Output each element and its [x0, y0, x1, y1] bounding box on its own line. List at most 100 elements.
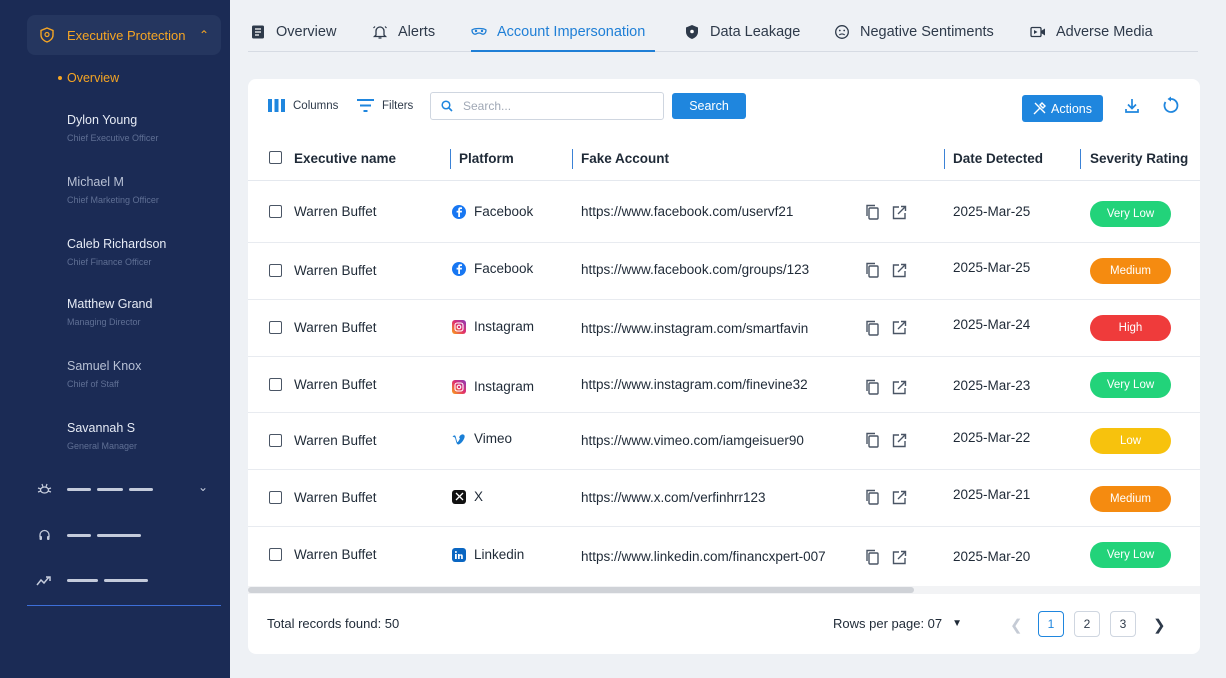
next-page-button[interactable]: ❯ [1153, 616, 1166, 634]
page-button[interactable]: 3 [1110, 611, 1136, 637]
sidebar-nav-collapsed-2[interactable] [36, 525, 214, 545]
tab-data-leakage[interactable]: Data Leakage [684, 18, 800, 52]
sidebar-item-executive[interactable]: Samuel Knox Chief of Staff [67, 359, 141, 389]
column-separator[interactable] [572, 149, 573, 169]
fake-account-url[interactable]: https://www.linkedin.com/financxpert-007 [581, 549, 826, 564]
fake-account-url[interactable]: https://www.instagram.com/smartfavin [581, 321, 808, 336]
copy-icon[interactable] [865, 489, 880, 505]
executive-role: Chief of Staff [67, 379, 119, 389]
column-separator[interactable] [1080, 149, 1081, 169]
executive-role: Chief Finance Officer [67, 257, 152, 267]
column-header[interactable]: Severity Rating [1090, 151, 1188, 166]
bullet-icon [58, 75, 62, 80]
column-separator[interactable] [944, 149, 945, 169]
table-row[interactable]: Warren Buffet Instagram https://www.inst… [248, 300, 1200, 357]
total-records: Total records found: 50 [267, 616, 400, 631]
bell-icon [372, 26, 388, 39]
page-button[interactable]: 1 [1038, 611, 1064, 637]
column-separator[interactable] [450, 149, 451, 169]
platform-label: Instagram [474, 319, 535, 334]
placeholder-bar [97, 533, 141, 537]
horizontal-scrollbar[interactable] [248, 586, 1200, 594]
previous-page-button[interactable]: ❮ [1010, 616, 1023, 634]
external-link-icon[interactable] [892, 320, 907, 335]
copy-icon[interactable] [865, 204, 880, 220]
copy-icon[interactable] [865, 379, 880, 395]
sidebar-nav-collapsed-1[interactable]: ⌄ [36, 479, 214, 499]
copy-icon[interactable] [865, 432, 880, 448]
refresh-button[interactable] [1162, 96, 1180, 119]
external-link-icon[interactable] [892, 433, 907, 448]
platform-cell: Facebook [452, 204, 533, 219]
row-checkbox[interactable] [269, 205, 282, 218]
executive-protection-menu[interactable]: Executive Protection ⌃ [27, 15, 221, 55]
fake-account-url[interactable]: https://www.facebook.com/groups/123 [581, 262, 809, 277]
copy-icon[interactable] [865, 320, 880, 336]
platform-cell: Linkedin [452, 547, 524, 562]
search-button[interactable]: Search [672, 93, 746, 119]
table-row[interactable]: Warren Buffet X https://www.x.com/verfin… [248, 470, 1200, 527]
external-link-icon[interactable] [892, 263, 907, 278]
table-row[interactable]: Warren Buffet Linkedin https://www.linke… [248, 527, 1200, 584]
actions-button[interactable]: Actions [1022, 95, 1103, 122]
external-link-icon[interactable] [892, 380, 907, 395]
columns-button[interactable]: Columns [268, 99, 338, 112]
columns-label: Columns [293, 99, 339, 112]
tab-label: Overview [276, 24, 337, 40]
sidebar-item-executive[interactable]: Caleb Richardson Chief Finance Officer [67, 237, 166, 267]
sidebar-item-overview[interactable]: Overview [58, 71, 119, 85]
table-row[interactable]: Warren Buffet Vimeo https://www.vimeo.co… [248, 413, 1200, 470]
row-checkbox[interactable] [269, 264, 282, 277]
tab-adverse-media[interactable]: Adverse Media [1030, 18, 1153, 52]
filters-button[interactable]: Filters [357, 99, 413, 112]
row-checkbox[interactable] [269, 378, 282, 391]
column-header[interactable]: Platform [459, 151, 514, 166]
date-detected-cell: 2025-Mar-25 [953, 204, 1031, 219]
table-row[interactable]: Warren Buffet Facebook https://www.faceb… [248, 181, 1200, 243]
rows-per-page-select[interactable]: Rows per page: 07 ▼ [833, 616, 962, 631]
external-link-icon[interactable] [892, 490, 907, 505]
facebook-icon [452, 204, 466, 219]
executive-name-cell: Warren Buffet [294, 263, 377, 278]
tab-overview[interactable]: Overview [250, 18, 336, 52]
table-row[interactable]: Warren Buffet Instagram https://www.inst… [248, 357, 1200, 413]
column-header[interactable]: Executive name [294, 151, 396, 166]
download-button[interactable] [1124, 98, 1140, 119]
tab-label: Alerts [398, 24, 436, 40]
sidebar-item-executive[interactable]: Dylon Young Chief Executive Officer [67, 113, 158, 143]
row-checkbox[interactable] [269, 491, 282, 504]
date-detected-cell: 2025-Mar-23 [953, 378, 1031, 393]
tab-alerts[interactable]: Alerts [372, 18, 435, 52]
scrollbar-thumb[interactable] [248, 587, 914, 593]
sidebar-nav-collapsed-3[interactable] [36, 570, 214, 590]
fake-account-url[interactable]: https://www.facebook.com/uservf21 [581, 204, 793, 219]
fake-account-url[interactable]: https://www.vimeo.com/iamgeisuer90 [581, 433, 804, 448]
sidebar-item-executive[interactable]: Savannah S General Manager [67, 421, 137, 451]
sidebar-divider [27, 605, 221, 606]
search-input[interactable] [463, 99, 653, 113]
external-link-icon[interactable] [892, 205, 907, 220]
page-button[interactable]: 2 [1074, 611, 1100, 637]
column-header[interactable]: Fake Account [581, 151, 669, 166]
select-all-checkbox[interactable] [269, 151, 282, 164]
row-checkbox[interactable] [269, 548, 282, 561]
copy-icon[interactable] [865, 549, 880, 565]
copy-icon[interactable] [865, 262, 880, 278]
severity-badge: Very Low [1090, 372, 1171, 398]
external-link-icon[interactable] [892, 550, 907, 565]
video-icon [1030, 26, 1045, 38]
tools-icon [1033, 102, 1046, 115]
row-checkbox[interactable] [269, 434, 282, 447]
tab-negative-sentiments[interactable]: Negative Sentiments [834, 18, 994, 52]
fake-account-url[interactable]: https://www.x.com/verfinhrr123 [581, 490, 766, 505]
tab-account-impersonation[interactable]: Account Impersonation [471, 18, 656, 52]
trend-icon [36, 575, 51, 585]
bug-icon [37, 483, 52, 494]
date-detected-cell: 2025-Mar-21 [953, 487, 1031, 502]
fake-account-url[interactable]: https://www.instagram.com/finevine32 [581, 377, 808, 392]
table-row[interactable]: Warren Buffet Facebook https://www.faceb… [248, 243, 1200, 300]
sidebar-item-executive[interactable]: Michael M Chief Marketing Officer [67, 175, 159, 205]
sidebar-item-executive[interactable]: Matthew Grand Managing Director [67, 297, 152, 327]
row-checkbox[interactable] [269, 321, 282, 334]
column-header[interactable]: Date Detected [953, 151, 1043, 166]
